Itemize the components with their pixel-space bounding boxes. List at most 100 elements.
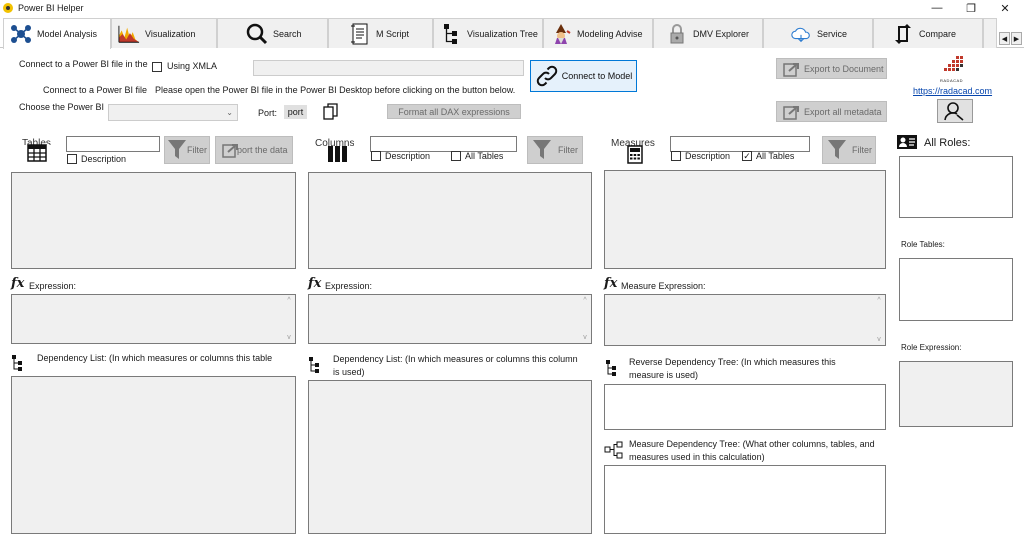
- cloud-icon: [790, 23, 812, 45]
- reverse-dependency-tree[interactable]: [604, 384, 886, 430]
- tables-filter-input[interactable]: [66, 136, 160, 152]
- m-script-icon: [349, 23, 371, 45]
- columns-description-label: Description: [385, 151, 431, 161]
- scroll-down-icon[interactable]: v: [874, 336, 884, 343]
- export-document-button[interactable]: Export to Document: [776, 58, 887, 79]
- tab-overflow: [983, 18, 997, 48]
- tab-modeling-advise[interactable]: Modeling Advise: [543, 18, 653, 48]
- connect-file-label-2: Connect to a Power BI file: [43, 85, 148, 95]
- model-analysis-icon: [10, 23, 32, 45]
- tab-visualization[interactable]: Visualization: [111, 18, 217, 48]
- calculator-icon: [627, 145, 643, 166]
- tab-visualization-tree[interactable]: Visualization Tree: [433, 18, 543, 48]
- xmla-label: Using XMLA: [167, 61, 218, 71]
- column-expression-label: Expression:: [325, 281, 373, 291]
- tab-label: M Script: [376, 28, 410, 39]
- filter-icon: [168, 140, 186, 159]
- table-dependency-list[interactable]: [11, 376, 296, 534]
- measures-filter-input[interactable]: [670, 136, 810, 152]
- measures-description-checkbox[interactable]: [671, 150, 681, 161]
- tab-scroll-right-button[interactable]: ▶: [1011, 32, 1022, 45]
- role-expression-box[interactable]: [899, 361, 1013, 427]
- measure-expression-label: Measure Expression:: [621, 281, 706, 291]
- tables-export-button[interactable]: port the data: [215, 136, 293, 164]
- measures-filter-button[interactable]: Filter: [822, 136, 876, 164]
- minimize-button[interactable]: —: [920, 0, 954, 16]
- measure-dependency-label: Measure Dependency Tree: (What other col…: [629, 439, 875, 462]
- pbi-file-dropdown[interactable]: ⌄: [108, 104, 238, 121]
- lock-icon: [666, 23, 688, 45]
- radacad-link[interactable]: https://radacad.com: [913, 86, 992, 96]
- scroll-down-icon[interactable]: v: [580, 334, 590, 341]
- scroll-up-icon[interactable]: ^: [874, 297, 884, 304]
- title-bar: Power BI Helper — ❐ ✕: [0, 0, 1024, 17]
- tree-icon: [440, 23, 462, 45]
- app-icon: [3, 3, 13, 13]
- tables-description-label: Description: [81, 154, 127, 164]
- measures-all-tables-checkbox[interactable]: [742, 150, 752, 161]
- all-roles-label: All Roles:: [924, 137, 971, 149]
- roles-list[interactable]: [899, 156, 1013, 218]
- tab-search[interactable]: Search: [217, 18, 328, 48]
- scroll-up-icon[interactable]: ^: [580, 297, 590, 304]
- restore-button[interactable]: ❐: [954, 0, 988, 16]
- measure-dependency-tree[interactable]: [604, 465, 886, 534]
- user-button[interactable]: [937, 99, 973, 123]
- columns-icon: [327, 145, 349, 165]
- connect-button-label: Connect to Model: [561, 71, 633, 81]
- measures-list[interactable]: [604, 170, 886, 269]
- tab-service[interactable]: Service: [763, 18, 873, 48]
- roles-icon: [896, 134, 918, 152]
- export-icon: [783, 105, 799, 120]
- hierarchy-icon: [604, 441, 624, 461]
- chevron-down-icon: ⌄: [226, 108, 233, 117]
- xmla-checkbox[interactable]: [152, 61, 162, 72]
- xmla-server-input[interactable]: [253, 60, 524, 76]
- filter-label: Filter: [852, 145, 872, 155]
- table-expression-box[interactable]: ^ v: [11, 294, 296, 344]
- role-tables-label: Role Tables:: [901, 240, 945, 249]
- tab-label: Modeling Advise: [577, 28, 643, 39]
- tab-label: DMV Explorer: [693, 28, 750, 39]
- tables-list[interactable]: [11, 172, 296, 269]
- tab-compare[interactable]: Compare: [873, 18, 983, 48]
- close-button[interactable]: ✕: [988, 0, 1022, 16]
- tab-label: Search: [273, 28, 302, 39]
- role-tables-list[interactable]: [899, 258, 1013, 321]
- tab-scroll-left-button[interactable]: ◀: [999, 32, 1010, 45]
- columns-list[interactable]: [308, 172, 592, 269]
- table-expression-label: Expression:: [29, 281, 77, 291]
- reverse-dependency-label: Reverse Dependency Tree: (In which measu…: [629, 357, 836, 380]
- connect-to-model-button[interactable]: Connect to Model: [530, 60, 637, 92]
- scroll-up-icon[interactable]: ^: [284, 297, 294, 304]
- format-dax-button[interactable]: Format all DAX expressions: [387, 104, 521, 119]
- tree-icon: [11, 354, 23, 374]
- copy-icon[interactable]: [323, 103, 339, 122]
- tables-filter-button[interactable]: Filter: [164, 136, 210, 164]
- measure-expression-box[interactable]: ^ v: [604, 294, 886, 346]
- measures-description-label: Description: [685, 151, 731, 161]
- tab-label: Visualization: [145, 28, 196, 39]
- fx-icon: fx: [308, 276, 322, 291]
- tab-dmv-explorer[interactable]: DMV Explorer: [653, 18, 763, 48]
- tab-model-analysis[interactable]: Model Analysis: [3, 18, 111, 49]
- tab-label: Service: [817, 28, 848, 39]
- fx-icon: fx: [604, 276, 618, 291]
- columns-all-tables-checkbox[interactable]: [451, 150, 461, 161]
- column-expression-box[interactable]: ^ v: [308, 294, 592, 344]
- tab-m-script[interactable]: M Script: [328, 18, 433, 48]
- instructions-text: Please open the Power BI file in the Pow…: [155, 85, 516, 95]
- link-icon: [536, 65, 557, 87]
- visualization-icon: [118, 23, 140, 45]
- export-document-label: Export to Document: [804, 63, 884, 74]
- columns-description-checkbox[interactable]: [371, 150, 381, 161]
- columns-filter-button[interactable]: Filter: [527, 136, 583, 164]
- filter-label: Filter: [187, 145, 207, 155]
- columns-filter-input[interactable]: [370, 136, 517, 152]
- export-icon: [783, 62, 799, 77]
- scroll-down-icon[interactable]: v: [284, 334, 294, 341]
- logo-text: RADACAD: [940, 78, 964, 83]
- column-dependency-list[interactable]: [308, 380, 592, 534]
- tables-description-checkbox[interactable]: [67, 153, 77, 164]
- export-metadata-button[interactable]: Export all metadata: [776, 101, 887, 122]
